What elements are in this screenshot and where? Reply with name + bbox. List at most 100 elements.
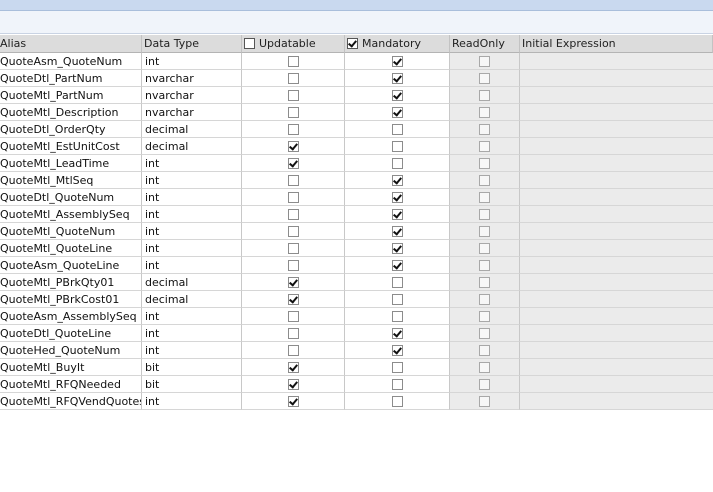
alias-cell[interactable]: QuoteMtl_RFQNeeded (0, 376, 142, 393)
updatable-checkbox[interactable] (287, 327, 299, 339)
mandatory-checkbox[interactable] (391, 106, 403, 118)
readonly-checkbox[interactable] (479, 174, 490, 186)
column-header-initial-expression[interactable]: Initial Expression (520, 35, 713, 53)
mandatory-checkbox[interactable] (391, 310, 403, 322)
updatable-checkbox[interactable] (287, 157, 299, 169)
alias-cell[interactable]: QuoteMtl_QuoteNum (0, 223, 142, 240)
data-type-cell[interactable]: int (142, 172, 242, 189)
data-type-cell[interactable]: int (142, 155, 242, 172)
readonly-cell[interactable] (450, 223, 520, 240)
alias-cell[interactable]: QuoteMtl_QuoteLine (0, 240, 142, 257)
updatable-cell[interactable] (242, 257, 345, 274)
readonly-cell[interactable] (450, 257, 520, 274)
initial-expression-cell[interactable] (520, 87, 713, 104)
readonly-checkbox[interactable] (479, 395, 490, 407)
initial-expression-cell[interactable] (520, 189, 713, 206)
table-row[interactable]: QuoteMtl_QuoteNum int (0, 223, 713, 240)
updatable-checkbox[interactable] (287, 378, 299, 390)
readonly-cell[interactable] (450, 70, 520, 87)
data-type-cell[interactable]: int (142, 240, 242, 257)
initial-expression-cell[interactable] (520, 121, 713, 138)
updatable-checkbox[interactable] (287, 225, 299, 237)
mandatory-cell[interactable] (345, 155, 450, 172)
mandatory-checkbox[interactable] (391, 293, 403, 305)
mandatory-select-all-checkbox[interactable] (347, 37, 358, 49)
readonly-cell[interactable] (450, 376, 520, 393)
mandatory-cell[interactable] (345, 121, 450, 138)
updatable-checkbox[interactable] (287, 174, 299, 186)
alias-cell[interactable]: QuoteMtl_RFQVendQuotes (0, 393, 142, 410)
readonly-checkbox[interactable] (479, 208, 490, 220)
initial-expression-cell[interactable] (520, 206, 713, 223)
alias-cell[interactable]: QuoteMtl_EstUnitCost (0, 138, 142, 155)
readonly-checkbox[interactable] (479, 378, 490, 390)
data-type-cell[interactable]: int (142, 206, 242, 223)
initial-expression-cell[interactable] (520, 291, 713, 308)
mandatory-checkbox[interactable] (391, 157, 403, 169)
updatable-cell[interactable] (242, 291, 345, 308)
mandatory-cell[interactable] (345, 70, 450, 87)
mandatory-cell[interactable] (345, 223, 450, 240)
readonly-checkbox[interactable] (479, 191, 490, 203)
mandatory-cell[interactable] (345, 189, 450, 206)
table-row[interactable]: QuoteMtl_EstUnitCost decimal (0, 138, 713, 155)
updatable-cell[interactable] (242, 274, 345, 291)
initial-expression-cell[interactable] (520, 376, 713, 393)
data-type-cell[interactable]: decimal (142, 274, 242, 291)
initial-expression-cell[interactable] (520, 308, 713, 325)
alias-cell[interactable]: QuoteAsm_QuoteNum (0, 53, 142, 70)
updatable-cell[interactable] (242, 342, 345, 359)
data-type-cell[interactable]: nvarchar (142, 70, 242, 87)
initial-expression-cell[interactable] (520, 53, 713, 70)
updatable-checkbox[interactable] (287, 293, 299, 305)
updatable-checkbox[interactable] (287, 140, 299, 152)
updatable-checkbox[interactable] (287, 89, 299, 101)
updatable-cell[interactable] (242, 308, 345, 325)
readonly-cell[interactable] (450, 121, 520, 138)
initial-expression-cell[interactable] (520, 257, 713, 274)
table-row[interactable]: QuoteMtl_QuoteLine int (0, 240, 713, 257)
updatable-checkbox[interactable] (287, 276, 299, 288)
table-row[interactable]: QuoteMtl_AssemblySeq int (0, 206, 713, 223)
readonly-checkbox[interactable] (479, 327, 490, 339)
mandatory-checkbox[interactable] (391, 225, 403, 237)
data-type-cell[interactable]: int (142, 342, 242, 359)
readonly-checkbox[interactable] (479, 259, 490, 271)
mandatory-checkbox[interactable] (391, 208, 403, 220)
readonly-checkbox[interactable] (479, 123, 490, 135)
mandatory-cell[interactable] (345, 376, 450, 393)
mandatory-checkbox[interactable] (391, 140, 403, 152)
alias-cell[interactable]: QuoteMtl_BuyIt (0, 359, 142, 376)
updatable-cell[interactable] (242, 70, 345, 87)
mandatory-cell[interactable] (345, 206, 450, 223)
data-type-cell[interactable]: bit (142, 359, 242, 376)
readonly-cell[interactable] (450, 325, 520, 342)
table-row[interactable]: QuoteDtl_QuoteNum int (0, 189, 713, 206)
updatable-cell[interactable] (242, 206, 345, 223)
alias-cell[interactable]: QuoteAsm_AssemblySeq (0, 308, 142, 325)
table-row[interactable]: QuoteAsm_QuoteLine int (0, 257, 713, 274)
alias-cell[interactable]: QuoteHed_QuoteNum (0, 342, 142, 359)
updatable-checkbox[interactable] (287, 259, 299, 271)
initial-expression-cell[interactable] (520, 155, 713, 172)
updatable-checkbox[interactable] (287, 123, 299, 135)
updatable-checkbox[interactable] (287, 344, 299, 356)
readonly-checkbox[interactable] (479, 140, 490, 152)
table-row[interactable]: QuoteHed_QuoteNum int (0, 342, 713, 359)
updatable-cell[interactable] (242, 189, 345, 206)
updatable-cell[interactable] (242, 172, 345, 189)
initial-expression-cell[interactable] (520, 393, 713, 410)
alias-cell[interactable]: QuoteMtl_Description (0, 104, 142, 121)
alias-cell[interactable]: QuoteDtl_OrderQty (0, 121, 142, 138)
readonly-checkbox[interactable] (479, 89, 490, 101)
mandatory-checkbox[interactable] (391, 242, 403, 254)
readonly-cell[interactable] (450, 104, 520, 121)
readonly-checkbox[interactable] (479, 293, 490, 305)
table-row[interactable]: QuoteMtl_BuyIt bit (0, 359, 713, 376)
updatable-checkbox[interactable] (287, 191, 299, 203)
mandatory-cell[interactable] (345, 291, 450, 308)
updatable-cell[interactable] (242, 121, 345, 138)
mandatory-checkbox[interactable] (391, 395, 403, 407)
table-row[interactable]: QuoteDtl_OrderQty decimal (0, 121, 713, 138)
updatable-cell[interactable] (242, 325, 345, 342)
